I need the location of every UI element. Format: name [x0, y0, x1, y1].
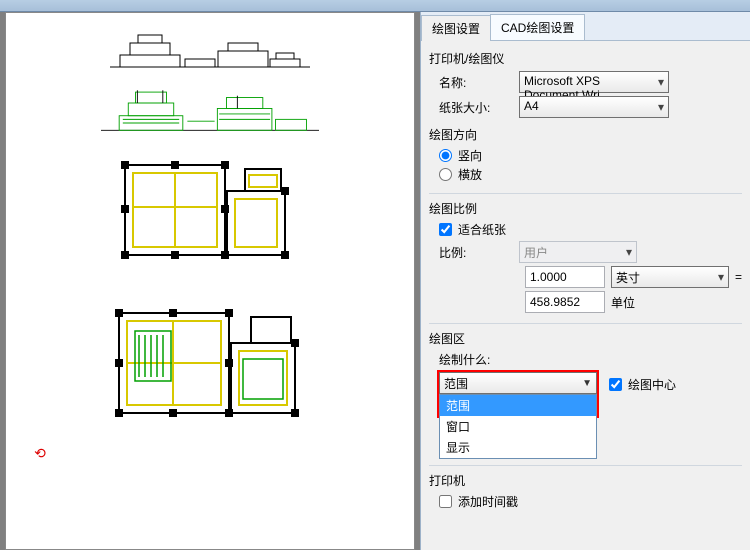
paper-preview: ⟲ — [5, 12, 415, 550]
printer-name-label: 名称: — [439, 74, 519, 91]
scale-ratio-dropdown[interactable]: 用户 — [519, 241, 637, 263]
paper-size-label: 纸张大小: — [439, 99, 519, 116]
chevron-down-icon: ▼ — [582, 378, 592, 389]
window-titlebar — [0, 0, 750, 12]
plot-what-dropdown[interactable]: 范围 ▼ — [439, 372, 597, 394]
orientation-portrait-radio[interactable] — [439, 149, 452, 162]
plot-center-label: 绘图中心 — [628, 376, 676, 393]
group-plot-area: 绘图区 — [429, 330, 742, 347]
timestamp-label: 添加时间戳 — [458, 493, 518, 510]
plot-what-option-window[interactable]: 窗口 — [440, 416, 596, 437]
print-preview-pane: ⟲ — [0, 12, 420, 550]
scale-drawing-unit-label: 单位 — [611, 294, 635, 311]
plot-what-option-extents[interactable]: 范围 — [440, 395, 596, 416]
tab-bar: 绘图设置 CAD绘图设置 — [421, 12, 750, 41]
drawing-plan-upper — [115, 147, 305, 277]
plot-what-label: 绘制什么: — [439, 351, 742, 368]
plot-what-selected: 范围 — [444, 375, 468, 392]
printer-name-dropdown[interactable]: Microsoft XPS Document Wri — [519, 71, 669, 93]
tab-plot-settings[interactable]: 绘图设置 — [421, 15, 491, 41]
scale-drawing-value[interactable] — [525, 291, 605, 313]
drawing-section — [101, 83, 319, 133]
settings-panel: 绘图设置 CAD绘图设置 打印机/绘图仪 名称: Microsoft XPS D… — [420, 12, 750, 550]
tab-cad-plot-settings[interactable]: CAD绘图设置 — [490, 14, 585, 40]
group-scale: 绘图比例 — [429, 200, 742, 217]
plot-what-dropdown-list: 范围 窗口 显示 — [439, 394, 597, 459]
plot-what-option-display[interactable]: 显示 — [440, 437, 596, 458]
orientation-landscape-label: 横放 — [458, 166, 482, 183]
drawing-plan-lower — [105, 291, 315, 441]
fit-to-paper-label: 适合纸张 — [458, 221, 506, 238]
orientation-portrait-label: 竖向 — [458, 147, 482, 164]
timestamp-checkbox[interactable] — [439, 495, 452, 508]
origin-marker-icon: ⟲ — [34, 445, 46, 462]
scale-paper-unit-dropdown[interactable]: 英寸 — [611, 266, 729, 288]
equals-label: = — [735, 270, 742, 284]
paper-size-dropdown[interactable]: A4 — [519, 96, 669, 118]
group-printer-plotter: 打印机/绘图仪 — [429, 50, 742, 67]
group-orientation: 绘图方向 — [429, 126, 742, 143]
plot-center-checkbox[interactable] — [609, 378, 622, 391]
fit-to-paper-checkbox[interactable] — [439, 223, 452, 236]
scale-ratio-label: 比例: — [439, 244, 519, 261]
orientation-landscape-radio[interactable] — [439, 168, 452, 181]
scale-paper-value[interactable] — [525, 266, 605, 288]
group-printer: 打印机 — [429, 472, 742, 489]
drawing-elevation — [110, 29, 310, 69]
